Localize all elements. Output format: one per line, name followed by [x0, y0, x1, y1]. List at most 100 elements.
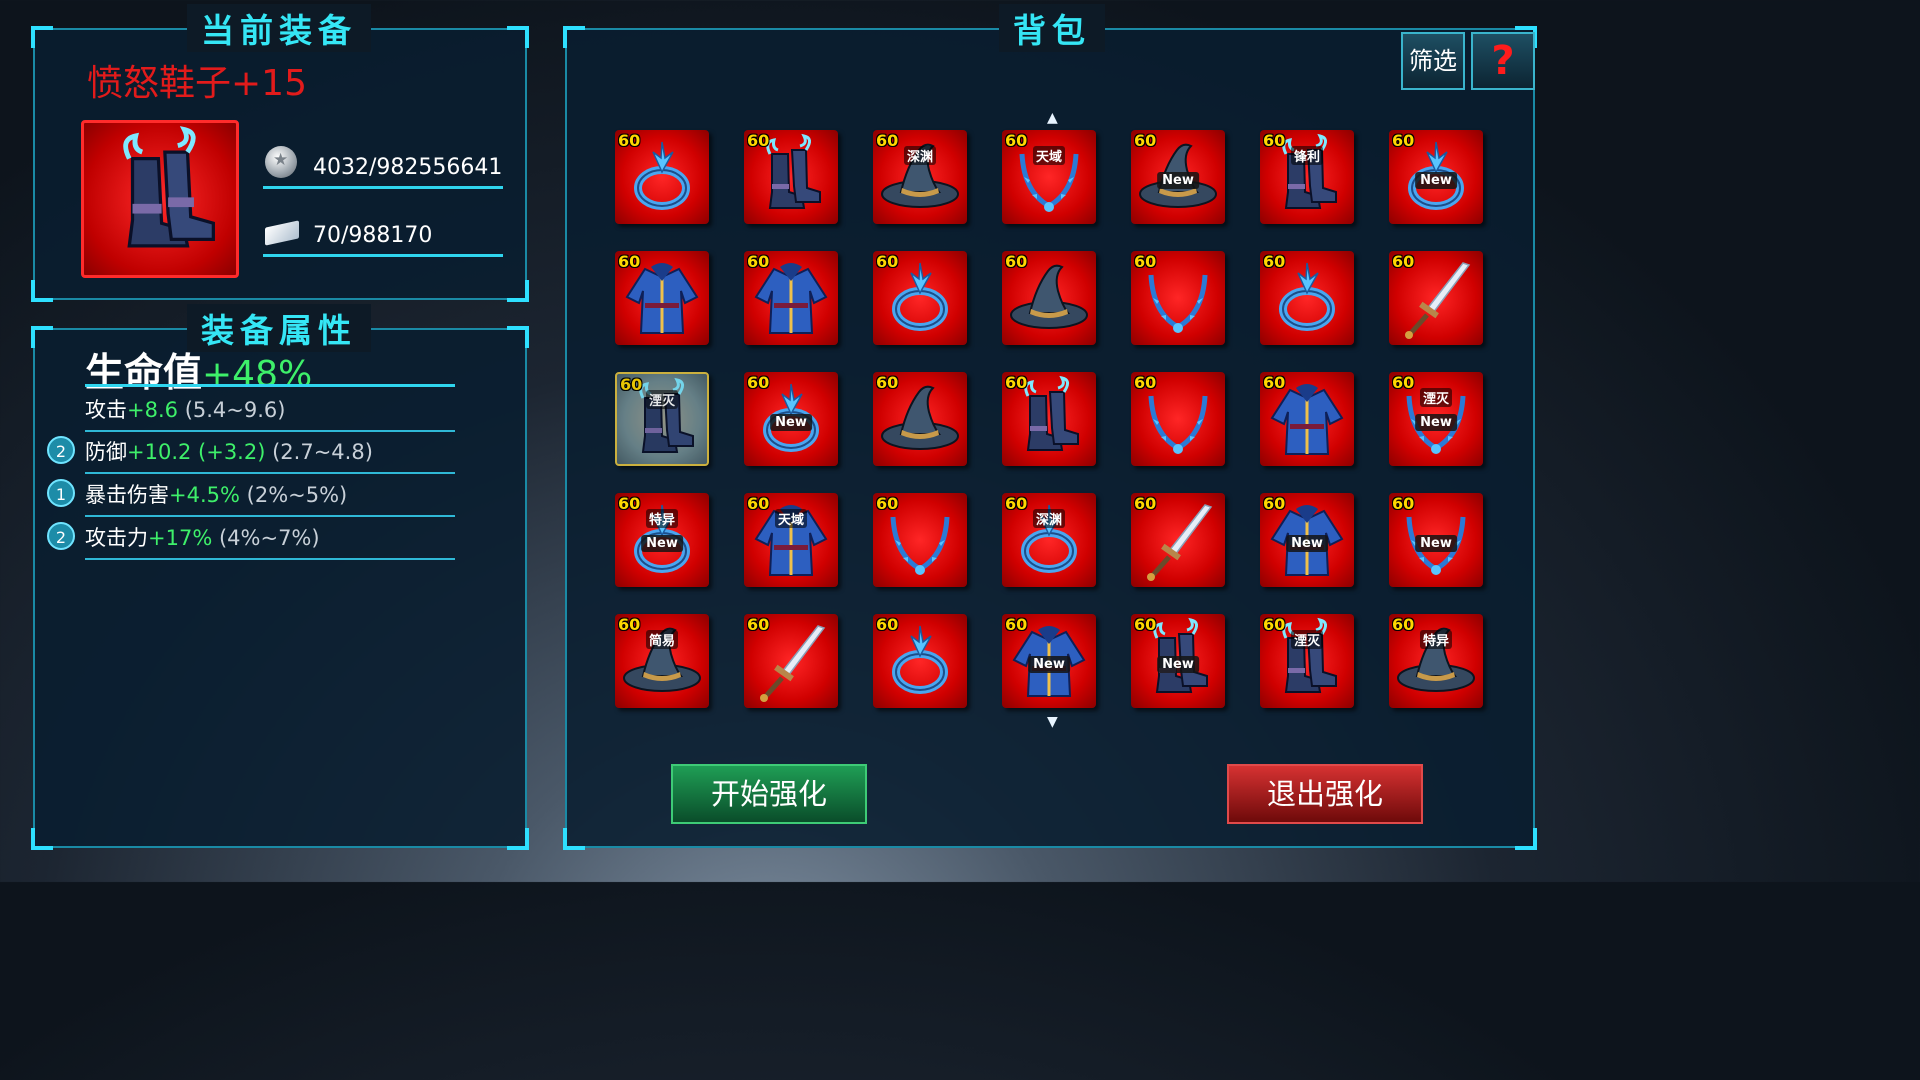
item-level: 60 — [1005, 252, 1028, 271]
bag-item-slot[interactable]: 60 — [1260, 372, 1354, 466]
attribute-value: +8.6 — [127, 398, 178, 422]
bag-item-slot[interactable]: 60 New — [1389, 493, 1483, 587]
item-level: 60 — [876, 131, 899, 150]
new-badge: New — [1286, 535, 1328, 552]
item-level: 60 — [618, 131, 641, 150]
bag-item-slot[interactable]: 60 湮灭 — [1260, 614, 1354, 708]
bag-item-slot[interactable]: 60 — [1389, 251, 1483, 345]
bag-item-slot[interactable]: 60 天域 — [744, 493, 838, 587]
item-level: 60 — [1263, 252, 1286, 271]
current-equipment-title: 当前装备 — [187, 4, 371, 52]
help-button[interactable]: ? — [1471, 32, 1535, 90]
bag-item-slot[interactable]: 60 — [744, 130, 838, 224]
item-tag: 天域 — [1032, 146, 1066, 165]
bag-item-slot[interactable]: 60 — [615, 130, 709, 224]
bag-item-slot[interactable]: 60 简易 — [615, 614, 709, 708]
filter-button[interactable]: 筛选 — [1401, 32, 1465, 90]
attribute-range: (5.4~9.6) — [184, 398, 286, 422]
attribute-badge: 2 — [47, 522, 75, 550]
item-tag: 天域 — [774, 509, 808, 528]
attribute-value: +4.5% — [169, 483, 240, 507]
bag-item-slot[interactable]: 60 — [615, 251, 709, 345]
bag-item-slot[interactable]: 60 — [1002, 251, 1096, 345]
attribute-name: 暴击伤害 — [85, 483, 169, 507]
item-level: 60 — [1392, 131, 1415, 150]
item-tag: 湮灭 — [1290, 630, 1324, 649]
bag-item-slot[interactable]: 60 — [1260, 251, 1354, 345]
bag-item-slot[interactable]: 60 — [1131, 251, 1225, 345]
item-tag: 简易 — [645, 630, 679, 649]
item-level: 60 — [747, 494, 770, 513]
item-tag: 锋利 — [1290, 146, 1324, 165]
equipped-item-slot[interactable] — [81, 120, 239, 278]
item-level: 60 — [876, 373, 899, 392]
exit-enhance-button[interactable]: 退出强化 — [1227, 764, 1423, 824]
item-level: 60 — [747, 373, 770, 392]
item-level: 60 — [1134, 373, 1157, 392]
attribute-range: (2%~5%) — [246, 483, 348, 507]
equipment-attributes-panel: 装备属性 生命值+48% 攻击+8.6 (5.4~9.6) 2 防御+10.2 … — [31, 304, 529, 850]
bag-item-slot[interactable]: 60 — [1002, 372, 1096, 466]
bag-item-slot[interactable]: 60 湮灭 New — [1389, 372, 1483, 466]
bag-item-slot[interactable]: 60 湮灭 — [615, 372, 709, 466]
item-tag: 深渊 — [1032, 509, 1066, 528]
item-level: 60 — [1263, 373, 1286, 392]
bag-item-slot[interactable]: 60 特异 — [1389, 614, 1483, 708]
bag-item-slot[interactable]: 60 — [744, 614, 838, 708]
main-attribute-value: +48% — [202, 354, 313, 395]
main-attribute-name: 生命值 — [85, 351, 203, 396]
bag-item-slot[interactable]: 60 — [873, 614, 967, 708]
item-tag: 深渊 — [903, 146, 937, 165]
bag-item-slot[interactable]: 60 New — [744, 372, 838, 466]
item-tag: 湮灭 — [645, 390, 679, 409]
bag-item-slot[interactable]: 60 锋利 — [1260, 130, 1354, 224]
bag-item-slot[interactable]: 60 — [873, 251, 967, 345]
attribute-name: 攻击 — [85, 398, 127, 422]
bag-item-slot[interactable]: 60 New — [1389, 130, 1483, 224]
attribute-badge: 2 — [47, 436, 75, 464]
current-equipment-panel: 当前装备 愤怒鞋子+15 4032/982556641 70/988170 — [31, 4, 529, 302]
bag-item-slot[interactable]: 60 特异 New — [615, 493, 709, 587]
boots-icon — [123, 126, 215, 248]
attribute-name: 攻击力 — [85, 526, 148, 550]
attribute-row: 暴击伤害+4.5% (2%~5%) — [85, 479, 455, 517]
attribute-value: +17% — [148, 526, 213, 550]
bag-item-slot[interactable]: 60 深渊 — [1002, 493, 1096, 587]
item-level: 60 — [1392, 615, 1415, 634]
bag-item-slot[interactable]: 60 New — [1131, 614, 1225, 708]
item-tag: 特异 — [1419, 630, 1453, 649]
new-badge: New — [1415, 414, 1457, 431]
bag-item-slot[interactable]: 60 New — [1002, 614, 1096, 708]
attribute-name: 防御 — [85, 440, 127, 464]
scroll-down-icon[interactable]: ▼ — [1047, 714, 1058, 730]
item-level: 60 — [747, 615, 770, 634]
attribute-range: (2.7~4.8) — [272, 440, 373, 464]
bag-item-slot[interactable]: 60 New — [1131, 130, 1225, 224]
bag-item-slot[interactable]: 60 — [1131, 493, 1225, 587]
scroll-up-icon[interactable]: ▲ — [1047, 110, 1058, 126]
silver-row: 4032/982556641 — [263, 142, 503, 189]
bag-item-slot[interactable]: 60 天域 — [1002, 130, 1096, 224]
item-level: 60 — [876, 252, 899, 271]
ticket-row: 70/988170 — [263, 210, 503, 257]
item-level: 60 — [747, 252, 770, 271]
item-level: 60 — [876, 615, 899, 634]
item-level: 60 — [1134, 494, 1157, 513]
item-level: 60 — [1134, 615, 1157, 634]
item-level: 60 — [876, 494, 899, 513]
equipped-item-name: 愤怒鞋子+15 — [87, 63, 307, 104]
bag-panel: 背包 筛选 ? ▲ 60 60 60 深渊 60 天域 60 New 60 锋利 60 New 60 60… — [563, 4, 1537, 850]
bag-item-slot[interactable]: 60 — [1131, 372, 1225, 466]
item-level: 60 — [1263, 494, 1286, 513]
item-tag: 特异 — [645, 509, 679, 528]
bag-item-slot[interactable]: 60 — [873, 372, 967, 466]
bag-item-slot[interactable]: 60 — [744, 251, 838, 345]
main-attribute: 生命值+48% — [85, 342, 312, 398]
item-level: 60 — [1134, 252, 1157, 271]
bag-item-slot[interactable]: 60 New — [1260, 493, 1354, 587]
item-level: 60 — [618, 615, 641, 634]
start-enhance-button[interactable]: 开始强化 — [671, 764, 867, 824]
bag-item-slot[interactable]: 60 — [873, 493, 967, 587]
bag-item-slot[interactable]: 60 深渊 — [873, 130, 967, 224]
attribute-row: 防御+10.2 (+3.2) (2.7~4.8) — [85, 436, 455, 474]
